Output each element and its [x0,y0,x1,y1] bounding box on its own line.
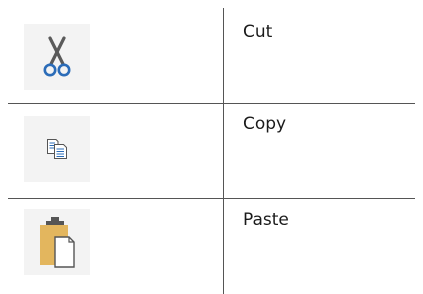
scissors-icon [43,36,71,77]
copy-button[interactable] [24,116,90,182]
paste-label: Paste [243,210,289,230]
cut-button[interactable] [24,24,90,90]
paste-icon [40,217,75,268]
paste-button[interactable] [24,209,90,275]
command-table: Cut Copy Paste [0,0,423,294]
table-row-paste: Paste [0,199,423,294]
cut-label: Cut [243,22,273,42]
copy-icon [47,139,67,159]
copy-label: Copy [243,114,287,134]
table-row-copy: Copy [0,104,423,199]
table-row-cut: Cut [0,8,423,103]
